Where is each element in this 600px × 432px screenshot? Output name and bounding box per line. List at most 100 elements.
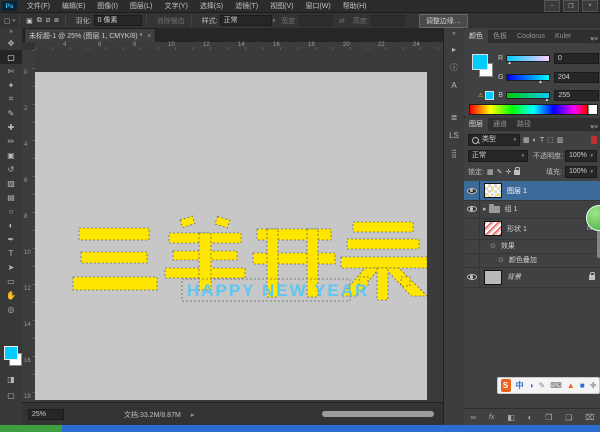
pen-tool[interactable]: ✒	[0, 232, 22, 246]
layer-mask-icon[interactable]: ◧	[507, 413, 515, 422]
layer-name[interactable]: 背景	[507, 272, 521, 282]
visibility-toggle[interactable]	[464, 267, 480, 287]
tab-channels[interactable]: 通道	[488, 118, 512, 131]
new-layer-icon[interactable]: ❏	[565, 413, 572, 422]
gradient-tool[interactable]: ▤	[0, 190, 22, 204]
filter-smart-object-icon[interactable]: ▥	[557, 136, 564, 144]
lock-transparency-icon[interactable]: ▦	[487, 168, 494, 176]
layer-name[interactable]: 形状 1	[507, 224, 527, 234]
document-tab-close-icon[interactable]: ×	[147, 33, 151, 40]
actions-panel-icon[interactable]: ▸	[444, 40, 464, 58]
fullwidth-icon[interactable]: ◑	[529, 379, 534, 392]
screen-mode-button[interactable]: ▢	[0, 388, 22, 402]
styles-panel-icon[interactable]: LS	[444, 126, 464, 144]
dock-collapse-icon[interactable]: «	[444, 28, 464, 40]
crop-tool[interactable]: ⌗	[0, 92, 22, 106]
layer-thumbnail[interactable]	[484, 270, 502, 285]
visibility-toggle[interactable]	[464, 253, 480, 267]
layer-style-icon[interactable]: fx	[489, 414, 494, 421]
visibility-toggle[interactable]	[464, 218, 480, 239]
menu-view[interactable]: 视图(V)	[265, 1, 298, 12]
punctuation-icon[interactable]: ✎	[539, 379, 546, 392]
status-expand-icon[interactable]: ▸	[191, 411, 195, 419]
foreground-color-swatch[interactable]	[4, 346, 18, 360]
green-slider[interactable]: ▲	[506, 74, 550, 81]
layer-row-group-1[interactable]: ▸ 组 1	[464, 200, 600, 219]
tab-color[interactable]: 颜色	[464, 30, 488, 43]
add-selection-icon[interactable]: ⧉	[35, 17, 44, 25]
filter-shape-icon[interactable]: ⬚	[547, 136, 554, 144]
quick-selection-tool[interactable]: ✦	[0, 78, 22, 92]
fill-dropdown[interactable]: 100%▾	[565, 166, 597, 178]
restore-button[interactable]: ❐	[563, 0, 579, 12]
layer-comps-panel-icon[interactable]: ≣	[444, 108, 464, 126]
clone-stamp-tool[interactable]: ▣	[0, 148, 22, 162]
layer-name[interactable]: 组 1	[505, 204, 518, 214]
tool-preset-icon[interactable]: ▢	[4, 17, 11, 25]
horizontal-scrollbar[interactable]	[322, 411, 434, 417]
layer-row-layer-1[interactable]: 图层 1	[464, 181, 600, 201]
filter-toggle-switch[interactable]	[591, 136, 597, 144]
tab-layers[interactable]: 图层	[464, 118, 488, 131]
layer-name[interactable]: 图层 1	[507, 186, 527, 196]
intersect-selection-icon[interactable]: ⧈	[52, 17, 60, 25]
closest-websafe-swatch[interactable]	[485, 91, 494, 100]
close-button[interactable]: ×	[582, 0, 598, 12]
info-panel-icon[interactable]: ⓘ	[444, 58, 464, 76]
blue-value-input[interactable]: 255	[554, 90, 599, 101]
healing-brush-tool[interactable]: ✚	[0, 120, 22, 134]
filter-type-icon[interactable]: T	[540, 137, 544, 144]
menu-type[interactable]: 文字(Y)	[159, 1, 192, 12]
menu-select[interactable]: 选择(S)	[195, 1, 228, 12]
quick-mask-button[interactable]: ◨	[0, 372, 22, 386]
color-spectrum-bar[interactable]	[469, 104, 598, 115]
tools-collapse-icon[interactable]: »	[0, 28, 22, 36]
visibility-toggle[interactable]	[464, 200, 480, 218]
lock-all-icon[interactable]	[514, 170, 520, 175]
menu-image[interactable]: 图像(I)	[92, 1, 123, 12]
chinese-mode-icon[interactable]: 中	[516, 379, 524, 392]
tab-kuler[interactable]: Kuler	[550, 30, 576, 43]
zoom-tool[interactable]: ◎	[0, 302, 22, 316]
color-overlay-label[interactable]: 颜色叠加	[509, 255, 537, 265]
layer-row-background[interactable]: 背景	[464, 267, 600, 288]
red-slider[interactable]: ▲	[506, 55, 550, 62]
menu-layer[interactable]: 图层(L)	[125, 1, 158, 12]
layer-thumbnail[interactable]	[484, 221, 502, 236]
adjustment-layer-icon[interactable]: ◐	[528, 413, 533, 422]
tab-paths[interactable]: 路径	[512, 118, 536, 131]
skin-icon[interactable]: ■	[580, 379, 585, 392]
menu-filter[interactable]: 滤镜(T)	[230, 1, 263, 12]
type-tool[interactable]: T	[0, 246, 22, 260]
history-brush-tool[interactable]: ↺	[0, 162, 22, 176]
visibility-toggle[interactable]	[464, 181, 480, 200]
menu-file[interactable]: 文件(F)	[22, 1, 55, 12]
character-panel-icon[interactable]: A	[444, 76, 464, 94]
soft-keyboard-icon[interactable]: ⌨	[550, 379, 562, 392]
layer-filter-dropdown[interactable]: 类型▾	[468, 134, 520, 146]
document-tab[interactable]: 未标题-1 @ 25% (图层 1, CMYK/8) * ×	[24, 28, 156, 43]
menu-window[interactable]: 窗口(W)	[300, 1, 335, 12]
style-dropdown[interactable]: 正常	[220, 15, 272, 26]
layer-row-shape-1[interactable]: 形状 1 fx ▾	[464, 218, 600, 240]
tab-coolorus[interactable]: Coolorus	[512, 30, 550, 43]
eyedropper-tool[interactable]: ✎	[0, 106, 22, 120]
tab-swatches[interactable]: 色板	[488, 30, 512, 43]
voice-input-icon[interactable]: ▲	[567, 379, 575, 392]
minimize-button[interactable]: –	[544, 0, 560, 12]
color-panel-foreground-swatch[interactable]	[472, 54, 488, 70]
lock-position-icon[interactable]: ✛	[505, 168, 511, 176]
eraser-tool[interactable]: ▨	[0, 176, 22, 190]
filter-pixel-icon[interactable]: ▦	[523, 136, 530, 144]
move-tool[interactable]: ✥	[0, 36, 22, 50]
hand-tool[interactable]: ✋	[0, 288, 22, 302]
zoom-level-input[interactable]: 25%	[28, 409, 64, 420]
subtract-selection-icon[interactable]: ⧄	[44, 17, 52, 25]
blend-mode-dropdown[interactable]: 正常▾	[468, 150, 528, 162]
new-selection-icon[interactable]: ▣	[24, 17, 35, 25]
gamut-warning-icon[interactable]: ⚠	[478, 92, 483, 99]
green-value-input[interactable]: 204	[554, 72, 599, 83]
tool-preset-arrow-icon[interactable]: ▾	[13, 18, 16, 24]
effects-label[interactable]: 效果	[501, 241, 515, 251]
layer-row-color-overlay[interactable]: ⊙ 颜色叠加	[464, 253, 600, 268]
